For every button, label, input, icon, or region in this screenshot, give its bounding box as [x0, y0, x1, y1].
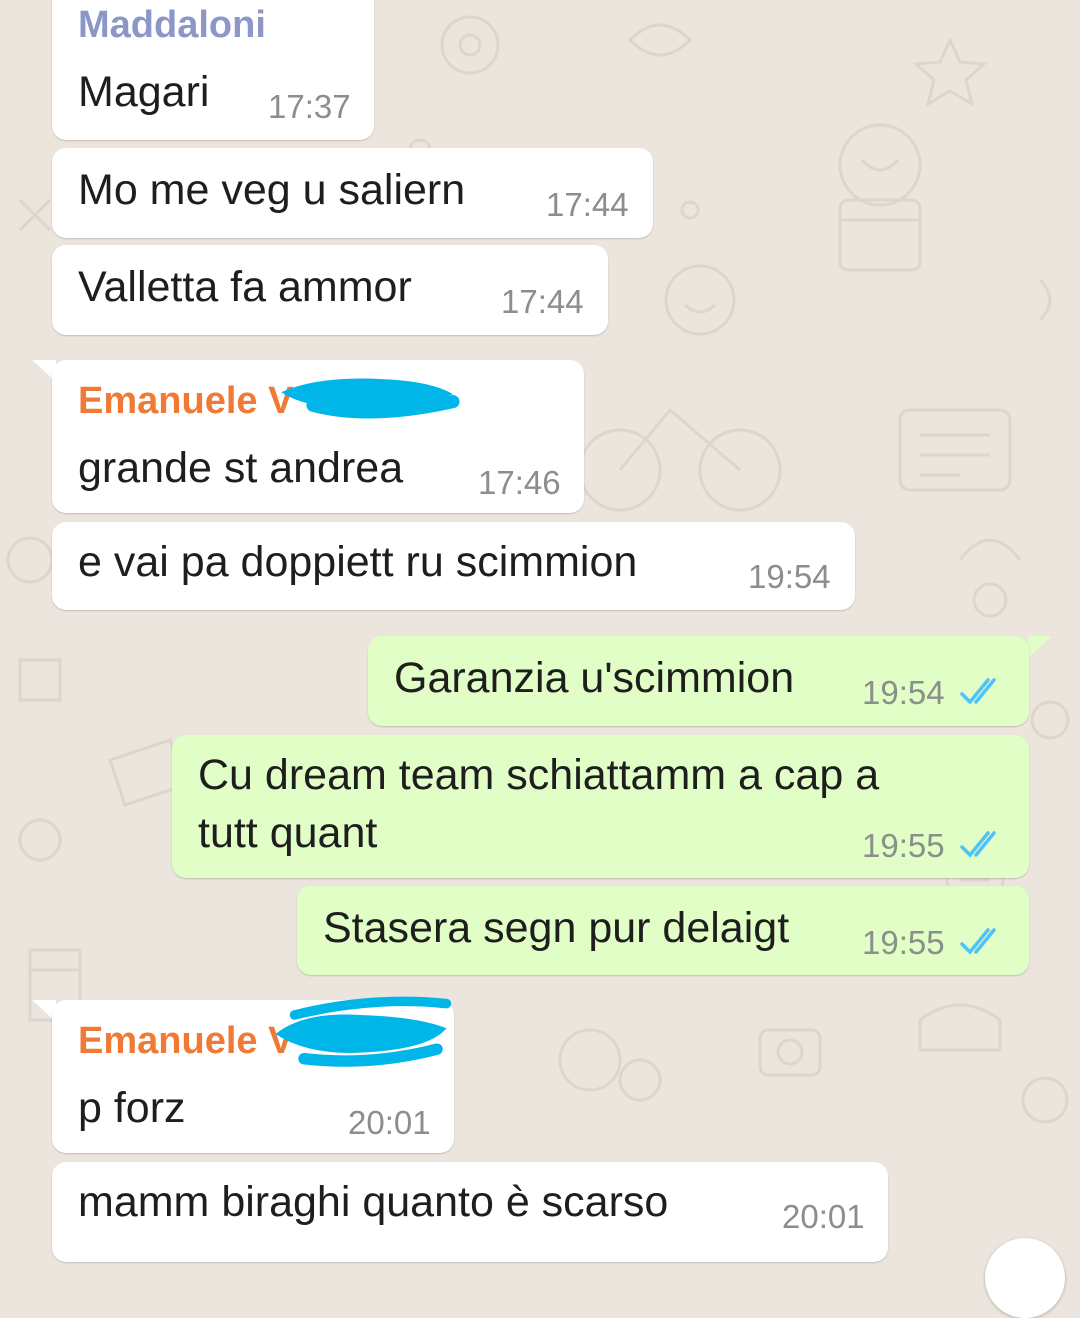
message-bubble[interactable]: Garanzia u'scimmion 19:54 [368, 636, 1029, 726]
message-text: mamm biraghi quanto è scarso [78, 1178, 669, 1226]
message-time: 17:46 [478, 464, 561, 501]
message-time: 20:01 [348, 1104, 431, 1141]
sender-name[interactable]: Emanuele V [78, 380, 293, 423]
message-text: p forz [78, 1084, 186, 1132]
read-double-check-icon [960, 678, 996, 705]
message-text-line-2: tutt quant [198, 809, 378, 857]
message-text: Stasera segn pur delaigt [323, 904, 790, 952]
message-text: Garanzia u'scimmion [394, 654, 795, 702]
message-text: Magari [78, 68, 210, 116]
message-bubble[interactable]: Mo me veg u saliern 17:44 [52, 148, 653, 238]
scroll-to-bottom-button[interactable] [985, 1238, 1065, 1318]
message-bubble[interactable]: e vai pa doppiett ru scimmion 19:54 [52, 522, 855, 610]
message-time: 19:54 [862, 674, 945, 711]
message-bubble[interactable]: Valletta fa ammor 17:44 [52, 245, 608, 335]
sender-name[interactable]: Maddaloni [78, 4, 266, 47]
message-time: 17:44 [501, 283, 584, 320]
message-bubble[interactable]: Stasera segn pur delaigt 19:55 [297, 886, 1029, 975]
message-text-line-1: Cu dream team schiattamm a cap a [198, 751, 880, 799]
message-bubble[interactable]: Maddaloni Magari 17:37 [52, 0, 374, 140]
message-text: grande st andrea [78, 444, 404, 492]
bubble-tail [1028, 636, 1052, 658]
message-time: 19:54 [748, 558, 831, 595]
message-time: 20:01 [782, 1198, 865, 1235]
read-double-check-icon [960, 831, 996, 858]
message-bubble[interactable]: mamm biraghi quanto è scarso 20:01 [52, 1162, 888, 1262]
redaction-scribble [281, 378, 460, 419]
sender-name[interactable]: Emanuele V [78, 1020, 293, 1063]
message-bubble[interactable]: Emanuele V p forz 20:01 [52, 996, 454, 1153]
message-text: e vai pa doppiett ru scimmion [78, 538, 638, 586]
message-time: 19:55 [862, 827, 945, 864]
message-time: 19:55 [862, 924, 945, 961]
read-double-check-icon [960, 928, 996, 955]
message-text: Mo me veg u saliern [78, 166, 466, 214]
message-text: Valletta fa ammor [78, 263, 412, 311]
message-bubble[interactable]: Emanuele V grande st andrea 17:46 [52, 360, 584, 513]
message-time: 17:37 [268, 88, 351, 125]
message-bubble[interactable]: Cu dream team schiattamm a cap a tutt qu… [172, 735, 1029, 878]
message-time: 17:44 [546, 186, 629, 223]
redaction-scribble [275, 996, 452, 1067]
